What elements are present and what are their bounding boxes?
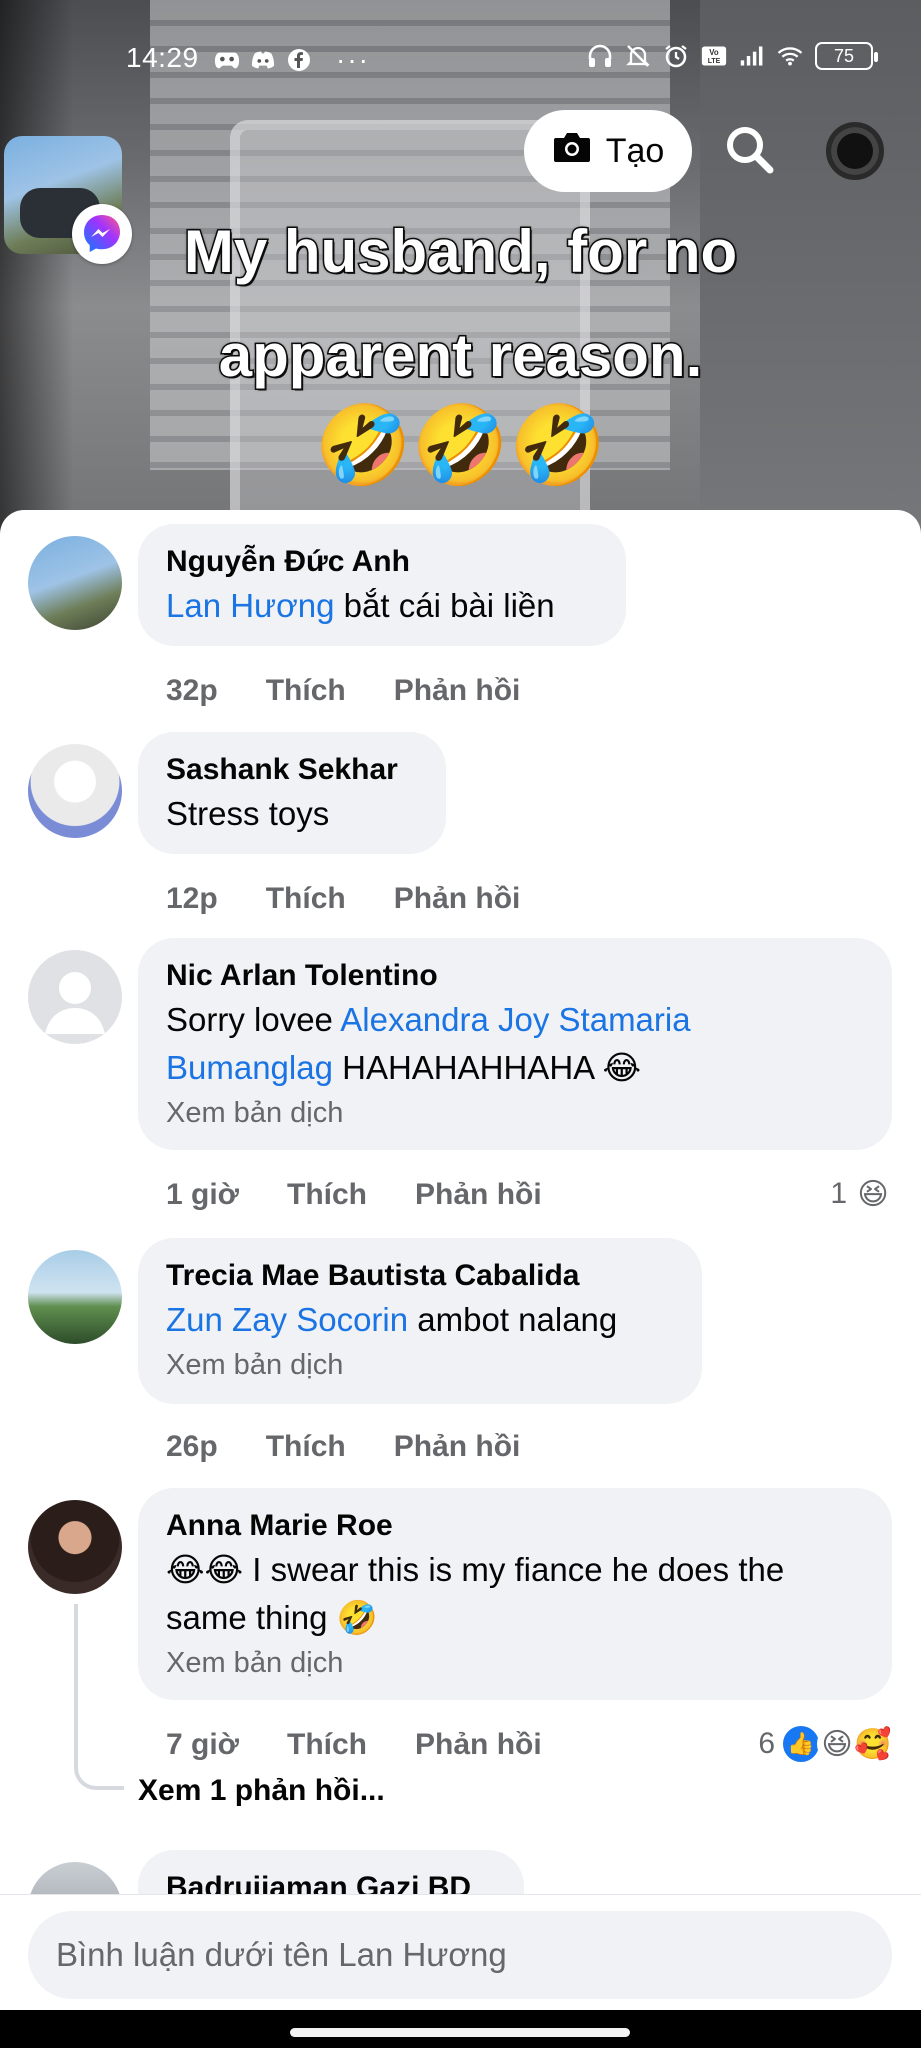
status-bar: 14:29 ··· Vo LTE 75: [0, 0, 921, 90]
bell-off-icon: [625, 43, 651, 69]
comment-bubble: Trecia Mae Bautista Cabalida Zun Zay Soc…: [138, 1238, 702, 1404]
see-translation-link[interactable]: Xem bản dịch: [166, 1642, 864, 1684]
navigation-bar: [0, 2010, 921, 2048]
avatar[interactable]: [28, 1500, 122, 1594]
more-notifications-indicator: ···: [336, 44, 370, 75]
reaction-summary[interactable]: 1 😆: [830, 1174, 893, 1214]
care-reaction-icon: 🥰: [853, 1724, 893, 1764]
reply-button[interactable]: Phản hồi: [394, 674, 521, 708]
volte-icon: Vo LTE: [701, 43, 727, 69]
comment-text: Lan Hương bắt cái bài liền: [166, 582, 598, 630]
comment-author[interactable]: Trecia Mae Bautista Cabalida: [166, 1256, 674, 1296]
haha-reaction-icon: 😆: [817, 1724, 857, 1764]
wifi-icon: [777, 43, 803, 69]
like-button[interactable]: Thích: [287, 1178, 367, 1212]
like-button[interactable]: Thích: [266, 1430, 346, 1464]
default-avatar-icon[interactable]: [28, 950, 122, 1044]
headphones-icon: [587, 43, 613, 69]
comment-text: Zun Zay Socorin ambot nalang: [166, 1296, 674, 1344]
reply-button[interactable]: Phản hồi: [394, 1430, 521, 1464]
comment-text: Stress toys: [166, 795, 330, 832]
like-button[interactable]: Thích: [287, 1728, 367, 1762]
discord-icon: [250, 47, 276, 73]
comment-body: ambot nalang: [408, 1301, 618, 1338]
create-button-label: Tạo: [605, 131, 665, 170]
camera-icon: [552, 130, 592, 173]
svg-text:Vo: Vo: [709, 48, 719, 57]
search-icon[interactable]: [722, 122, 778, 178]
comment-input[interactable]: [28, 1911, 892, 1999]
comment-author[interactable]: Nguyễn Đức Anh: [166, 542, 598, 582]
comment-time: 26p: [166, 1430, 218, 1463]
comment-text: Sorry lovee Alexandra Joy Stamaria Buman…: [166, 996, 864, 1092]
reaction-summary[interactable]: 6 👍 😆 🥰: [758, 1724, 893, 1764]
comment-actions: 7 giờ Thích Phản hồi: [166, 1728, 542, 1762]
reply-button[interactable]: Phản hồi: [394, 882, 521, 916]
comment-body: bắt cái bài liền: [334, 587, 555, 624]
signal-icon: [739, 43, 765, 69]
mention-link[interactable]: Lan Hương: [166, 587, 335, 624]
profile-avatar-icon[interactable]: [826, 122, 884, 180]
caption-line-2: apparent reason.: [217, 321, 704, 391]
comment-actions: 12p Thích Phản hồi: [166, 882, 520, 916]
comment-text: 😂😂 I swear this is my fiance he does the…: [166, 1551, 785, 1636]
avatar[interactable]: [28, 744, 122, 838]
like-button[interactable]: Thích: [266, 674, 346, 708]
comment-time: 32p: [166, 674, 218, 707]
comment-time: 7 giờ: [166, 1728, 240, 1761]
like-reaction-icon: 👍: [781, 1724, 821, 1764]
view-replies-link[interactable]: Xem 1 phản hồi...: [138, 1774, 385, 1808]
svg-text:LTE: LTE: [708, 58, 721, 65]
reaction-count: 6: [758, 1727, 775, 1760]
comment-actions: 32p Thích Phản hồi: [166, 674, 520, 708]
comment-time: 1 giờ: [166, 1178, 240, 1211]
caption-line-1: My husband, for no: [182, 217, 738, 287]
see-translation-link[interactable]: Xem bản dịch: [166, 1344, 674, 1386]
see-translation-link[interactable]: Xem bản dịch: [166, 1092, 864, 1134]
caption-emoji: 🤣🤣🤣: [314, 401, 607, 489]
reply-button[interactable]: Phản hồi: [415, 1728, 542, 1762]
comment-bubble: Nic Arlan Tolentino Sorry lovee Alexandr…: [138, 938, 892, 1150]
comments-sheet: Nguyễn Đức Anh Lan Hương bắt cái bài liề…: [0, 510, 921, 2010]
reaction-count: 1: [830, 1177, 847, 1210]
like-button[interactable]: Thích: [266, 882, 346, 916]
comment-bubble: Anna Marie Roe 😂😂 I swear this is my fia…: [138, 1488, 892, 1700]
comment-bubble: Sashank Sekhar Stress toys: [138, 732, 446, 854]
comment-author[interactable]: Anna Marie Roe: [166, 1506, 864, 1546]
reply-button[interactable]: Phản hồi: [415, 1178, 542, 1212]
comment-composer: [0, 1894, 921, 2010]
thread-connector: [74, 1604, 124, 1790]
comment-actions: 26p Thích Phản hồi: [166, 1430, 520, 1464]
gamepad-icon: [214, 47, 240, 73]
comment-actions: 1 giờ Thích Phản hồi: [166, 1178, 542, 1212]
comment-author[interactable]: Sashank Sekhar: [166, 750, 418, 790]
avatar[interactable]: [28, 536, 122, 630]
status-time: 14:29: [126, 42, 199, 73]
video-caption: My husband, for no apparent reason.: [0, 200, 921, 408]
mention-link[interactable]: Zun Zay Socorin: [166, 1301, 408, 1338]
comment-body-suffix: HAHAHAHHAHA 😂: [332, 1049, 642, 1086]
haha-reaction-icon: 😆: [853, 1174, 893, 1214]
comment-author[interactable]: Nic Arlan Tolentino: [166, 956, 864, 996]
alarm-icon: [663, 43, 689, 69]
system-icons: Vo LTE 75: [587, 42, 878, 70]
notification-icons: ···: [214, 44, 370, 76]
comment-bubble: Nguyễn Đức Anh Lan Hương bắt cái bài liề…: [138, 524, 626, 646]
avatar[interactable]: [28, 1250, 122, 1344]
comment-time: 12p: [166, 882, 218, 915]
comment-body: Sorry lovee: [166, 1001, 341, 1038]
battery-icon: 75: [815, 42, 878, 70]
home-indicator[interactable]: [290, 2028, 630, 2037]
facebook-icon: [286, 47, 312, 73]
create-button[interactable]: Tạo: [524, 110, 692, 192]
